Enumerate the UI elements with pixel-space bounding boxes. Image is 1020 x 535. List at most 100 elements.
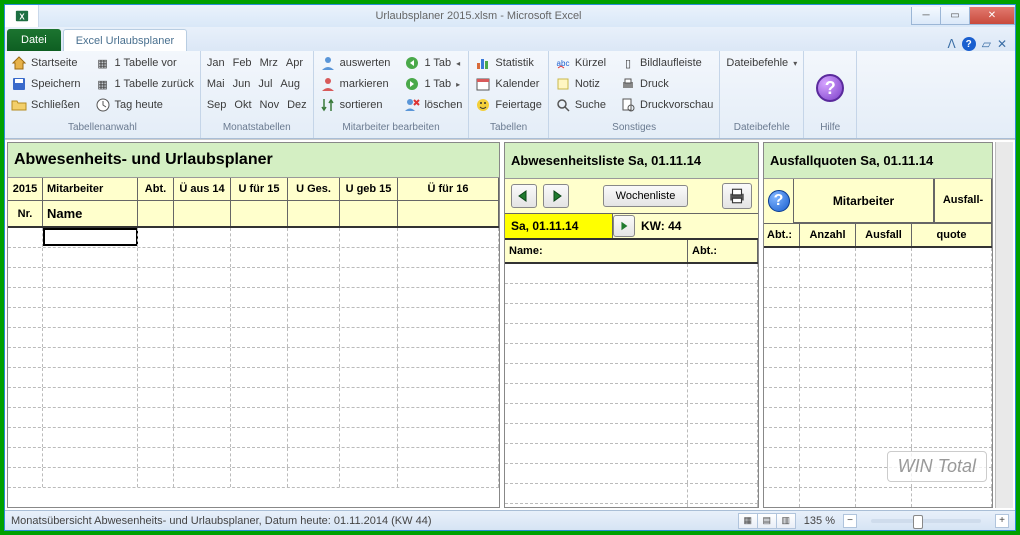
person-mark-icon bbox=[320, 76, 336, 92]
startseite-button[interactable]: Startseite bbox=[11, 54, 81, 72]
close-button[interactable]: ✕ bbox=[969, 7, 1015, 25]
view-pagebreak-button[interactable]: ▥ bbox=[776, 513, 796, 529]
tag-heute-button[interactable]: Tag heute bbox=[95, 96, 194, 114]
month-feb[interactable]: Feb bbox=[233, 57, 252, 69]
print-icon bbox=[620, 76, 636, 92]
bildlaufleiste-button[interactable]: ▯Bildlaufleiste bbox=[620, 54, 713, 72]
pane1-title: Abwesenheits- und Urlaubsplaner bbox=[8, 143, 499, 178]
statistik-button[interactable]: Statistik bbox=[475, 54, 541, 72]
save-icon bbox=[11, 76, 27, 92]
kalender-button[interactable]: Kalender bbox=[475, 75, 541, 93]
month-jan[interactable]: Jan bbox=[207, 57, 225, 69]
pane2-header: Name: Abt.: bbox=[505, 240, 758, 264]
pane1-header-1: 2015 Mitarbeiter Abt. Ü aus 14 U für 15 … bbox=[8, 178, 499, 201]
pane2-title: Abwesenheitsliste Sa, 01.11.14 bbox=[505, 143, 758, 179]
group-mitarbeiter-bearbeiten: auswerten markieren sortieren 1 Tab◂ 1 T… bbox=[314, 51, 470, 138]
auswerten-button[interactable]: auswerten bbox=[320, 54, 391, 72]
scrollbar-icon: ▯ bbox=[620, 55, 636, 71]
month-okt[interactable]: Okt bbox=[234, 99, 251, 111]
kw-cell: KW: 44 bbox=[635, 214, 758, 238]
tab-right-button[interactable]: 1 Tab▸ bbox=[404, 75, 462, 93]
group-tabellen: Statistik Kalender Feiertage Tabellen bbox=[469, 51, 548, 138]
druck-button[interactable]: Druck bbox=[620, 75, 713, 93]
zoom-slider[interactable] bbox=[871, 519, 981, 523]
window-title: Urlaubsplaner 2015.xlsm - Microsoft Exce… bbox=[45, 10, 912, 22]
svg-text:abc: abc bbox=[556, 59, 569, 68]
zoom-out-button[interactable]: − bbox=[843, 514, 857, 528]
calendar-icon bbox=[475, 76, 491, 92]
loeschen-button[interactable]: löschen bbox=[404, 96, 462, 114]
view-layout-button[interactable]: ▤ bbox=[757, 513, 777, 529]
tab-left-button[interactable]: 1 Tab◂ bbox=[404, 54, 462, 72]
pane3-header: Abt.: Anzahl Ausfall quote bbox=[764, 224, 992, 248]
month-mrz[interactable]: Mrz bbox=[260, 57, 278, 69]
next-button[interactable] bbox=[543, 184, 569, 208]
maximize-button[interactable]: ▭ bbox=[940, 7, 970, 25]
abc-icon: abc bbox=[555, 55, 571, 71]
forward-icon: ▦ bbox=[95, 55, 111, 71]
notiz-button[interactable]: Notiz bbox=[555, 75, 606, 93]
search-icon bbox=[555, 97, 571, 113]
zoom-in-button[interactable]: + bbox=[995, 514, 1009, 528]
sort-icon bbox=[320, 97, 336, 113]
pane1-header-2: Nr. Name bbox=[8, 201, 499, 228]
excel-icon: X bbox=[5, 5, 39, 27]
smiley-icon bbox=[475, 97, 491, 113]
window-restore-icon[interactable]: ▱ bbox=[982, 37, 991, 51]
month-sep[interactable]: Sep bbox=[207, 99, 227, 111]
print-preview-icon bbox=[620, 97, 636, 113]
month-jun[interactable]: Jun bbox=[233, 78, 251, 90]
schliessen-button[interactable]: Schließen bbox=[11, 96, 81, 114]
group-dateibefehle: Dateibefehle▾ Dateibefehle bbox=[720, 51, 804, 138]
tabelle-vor-button[interactable]: ▦1 Tabelle vor bbox=[95, 54, 194, 72]
ribbon: Startseite Speichern Schließen ▦1 Tabell… bbox=[5, 51, 1015, 139]
month-apr[interactable]: Apr bbox=[286, 57, 303, 69]
zoom-level: 135 % bbox=[804, 515, 835, 527]
pane3-help-button[interactable]: ? bbox=[764, 179, 794, 223]
group-tabellenanwahl: Startseite Speichern Schließen ▦1 Tabell… bbox=[5, 51, 201, 138]
view-normal-button[interactable]: ▦ bbox=[738, 513, 758, 529]
suche-button[interactable]: Suche bbox=[555, 96, 606, 114]
person-delete-icon bbox=[404, 97, 420, 113]
date-next-button[interactable] bbox=[613, 215, 635, 237]
date-cell: Sa, 01.11.14 bbox=[505, 214, 613, 238]
pane1-grid[interactable] bbox=[8, 228, 499, 507]
pane3-title: Ausfallquoten Sa, 01.11.14 bbox=[764, 143, 992, 179]
druckvorschau-button[interactable]: Druckvorschau bbox=[620, 96, 713, 114]
print-list-button[interactable] bbox=[722, 183, 752, 209]
month-jul[interactable]: Jul bbox=[258, 78, 272, 90]
minimize-button[interactable]: ─ bbox=[911, 7, 941, 25]
group-hilfe: ? Hilfe bbox=[804, 51, 857, 138]
sortieren-button[interactable]: sortieren bbox=[320, 96, 391, 114]
feiertage-button[interactable]: Feiertage bbox=[475, 96, 541, 114]
month-nov[interactable]: Nov bbox=[260, 99, 280, 111]
tabelle-zurueck-button[interactable]: ▦1 Tabelle zurück bbox=[95, 75, 194, 93]
pane2-grid[interactable] bbox=[505, 264, 758, 507]
month-aug[interactable]: Aug bbox=[280, 78, 300, 90]
month-dez[interactable]: Dez bbox=[287, 99, 307, 111]
help-icon[interactable]: ? bbox=[962, 37, 976, 51]
ribbon-minimize-icon[interactable]: ᐱ bbox=[947, 37, 955, 51]
wochenliste-button[interactable]: Wochenliste bbox=[603, 185, 689, 207]
back-icon: ▦ bbox=[95, 76, 111, 92]
markieren-button[interactable]: markieren bbox=[320, 75, 391, 93]
folder-icon bbox=[11, 97, 27, 113]
pane-urlaubsplaner: Abwesenheits- und Urlaubsplaner 2015 Mit… bbox=[7, 142, 500, 508]
question-icon: ? bbox=[768, 190, 790, 212]
speichern-button[interactable]: Speichern bbox=[11, 75, 81, 93]
dateibefehle-dropdown[interactable]: Dateibefehle▾ bbox=[726, 54, 797, 72]
person-eval-icon bbox=[320, 55, 336, 71]
circle-left-icon bbox=[404, 55, 420, 71]
tab-urlaubsplaner[interactable]: Excel Urlaubsplaner bbox=[63, 29, 187, 51]
month-mai[interactable]: Mai bbox=[207, 78, 225, 90]
file-tab[interactable]: Datei bbox=[7, 29, 61, 51]
group-monatstabellen: Jan Feb Mrz Apr Mai Jun Jul Aug Sep Okt bbox=[201, 51, 314, 138]
prev-button[interactable] bbox=[511, 184, 537, 208]
watermark: WIN Total bbox=[887, 451, 987, 482]
help-big-icon: ? bbox=[816, 74, 844, 102]
kuerzel-button[interactable]: abcKürzel bbox=[555, 54, 606, 72]
circle-right-icon bbox=[404, 76, 420, 92]
hilfe-button[interactable]: ? bbox=[810, 54, 850, 122]
window-close-icon[interactable]: ✕ bbox=[997, 37, 1007, 51]
vertical-scrollbar[interactable] bbox=[995, 142, 1013, 508]
